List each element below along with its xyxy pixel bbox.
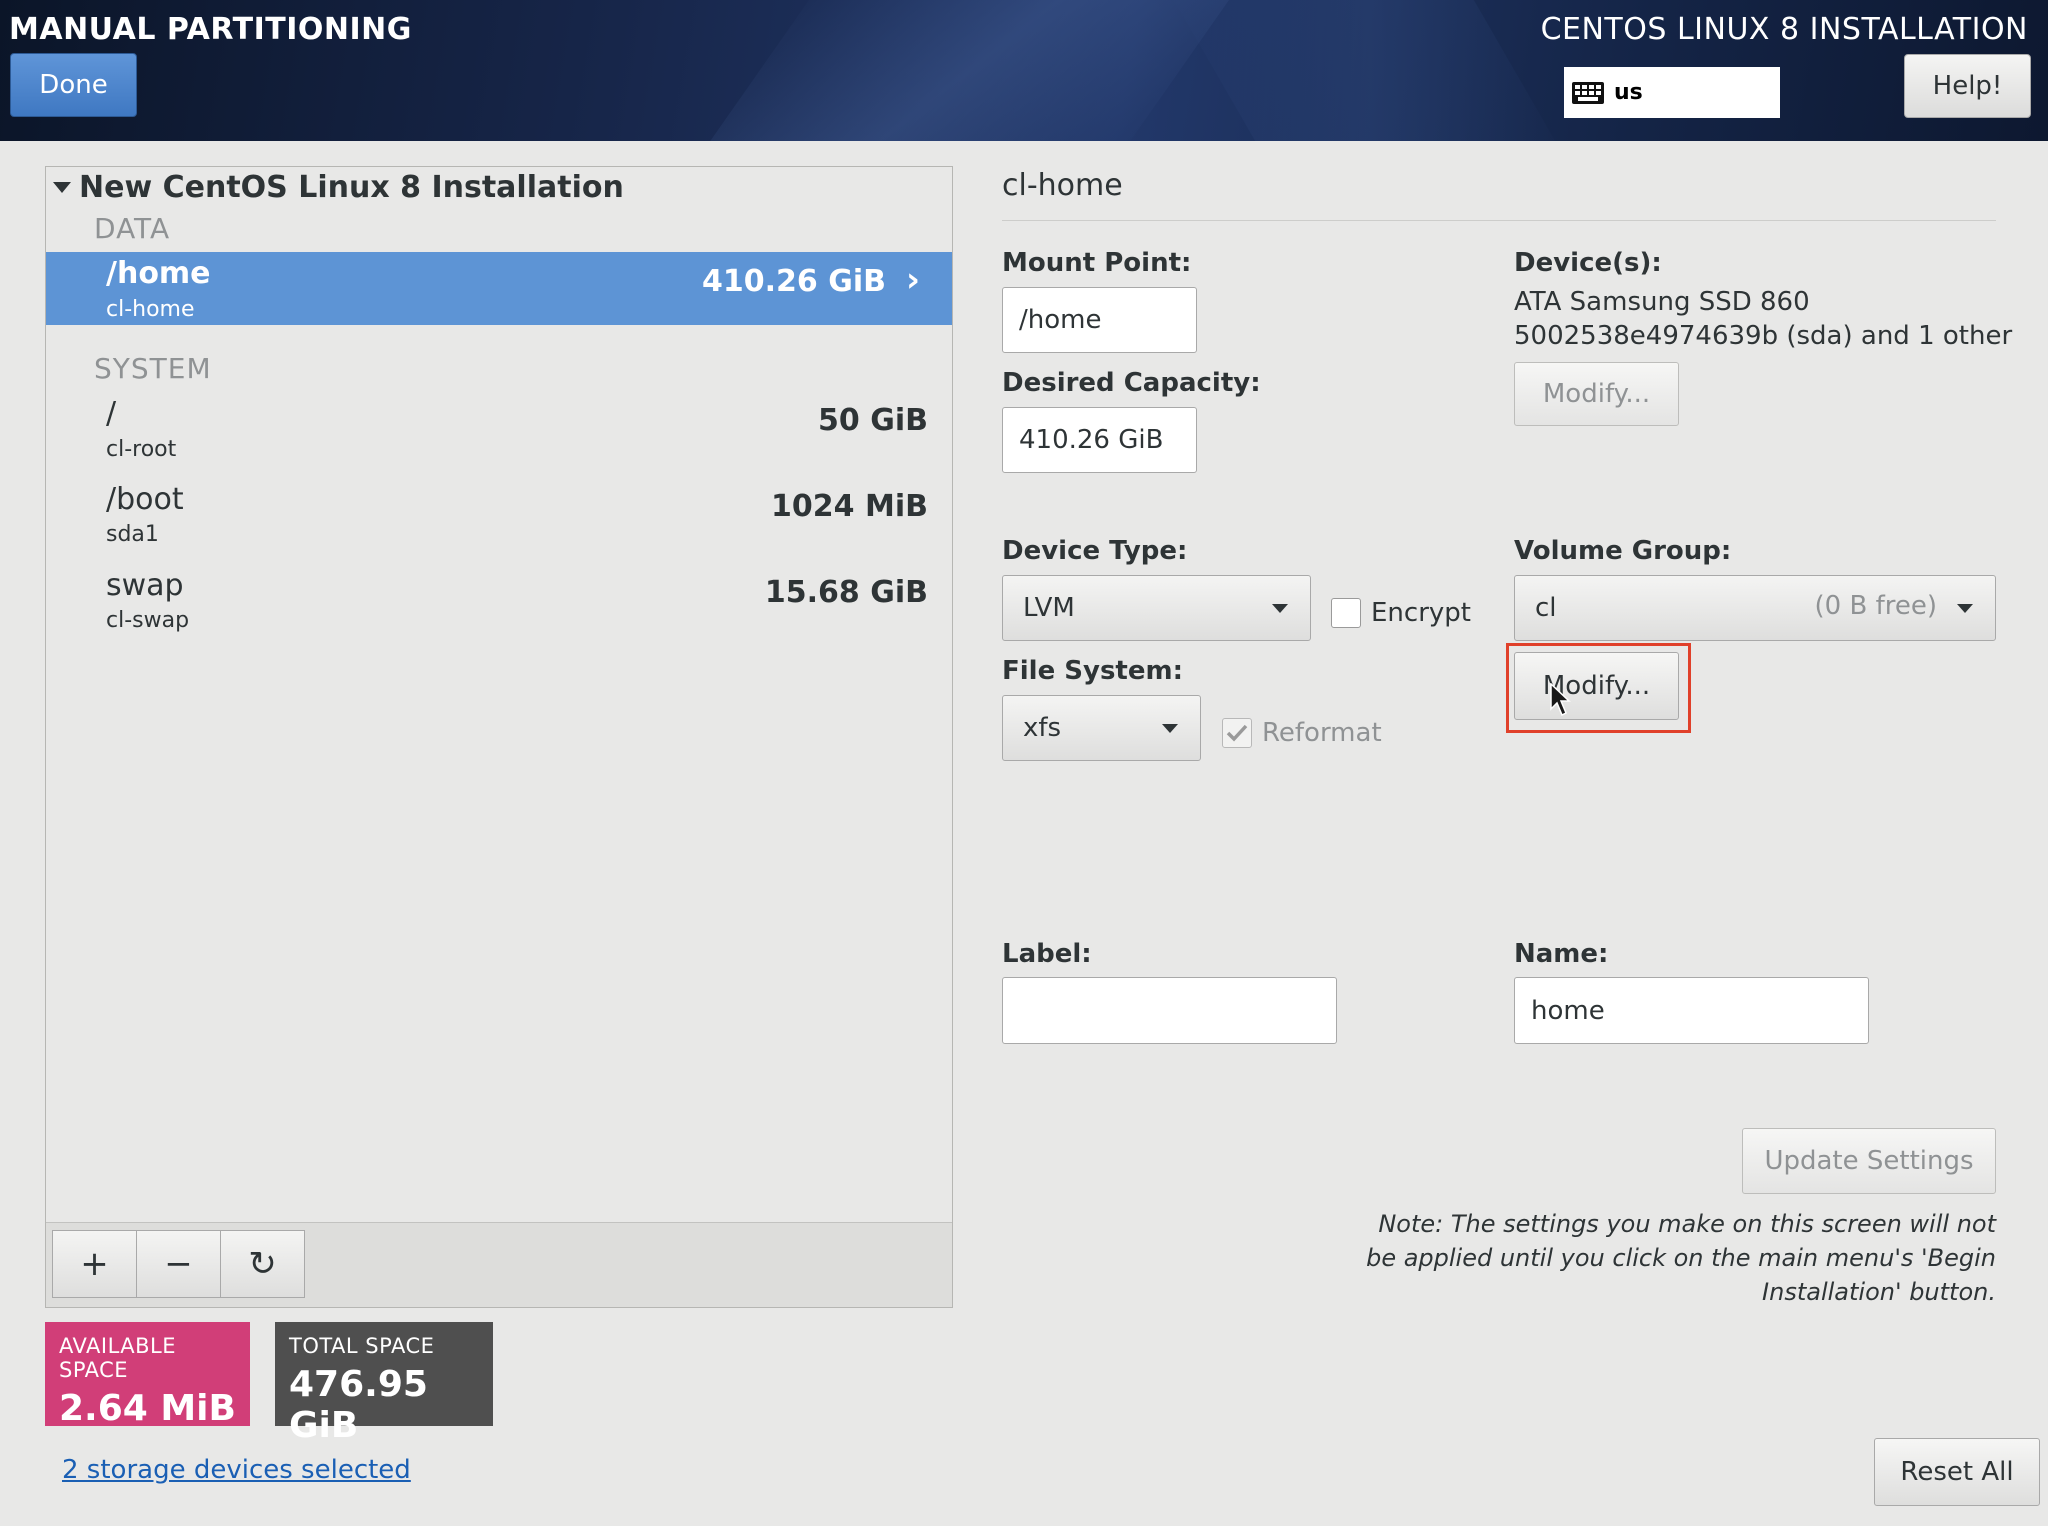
- name-input[interactable]: home: [1514, 977, 1869, 1044]
- label-input[interactable]: [1002, 977, 1337, 1044]
- partition-mount: /: [106, 396, 117, 431]
- available-space-box: AVAILABLE SPACE 2.64 MiB: [45, 1322, 250, 1429]
- partition-device: cl-swap: [106, 608, 190, 633]
- device-type-label: Device Type:: [1002, 536, 1188, 566]
- volume-group-select[interactable]: cl (0 B free): [1514, 575, 1996, 641]
- devices-line-1: ATA Samsung SSD 860: [1514, 287, 1810, 317]
- header-decoration: [682, 0, 1258, 141]
- chevron-right-icon: ›: [906, 260, 921, 300]
- file-system-value: xfs: [1023, 713, 1062, 743]
- encrypt-checkbox[interactable]: [1331, 598, 1361, 628]
- devices-line-2: 5002538e4974639b (sda) and 1 other: [1514, 321, 2013, 351]
- desired-capacity-input[interactable]: 410.26 GiB: [1002, 407, 1197, 473]
- dropdown-arrow-icon: [1957, 604, 1973, 613]
- partition-mount: /home: [106, 256, 211, 291]
- keyboard-layout-indicator[interactable]: us: [1564, 67, 1780, 118]
- add-partition-button[interactable]: +: [52, 1230, 137, 1298]
- expander-triangle-icon[interactable]: [53, 182, 71, 193]
- settings-note-line: Note: The settings you make on this scre…: [1378, 1210, 1996, 1238]
- partition-device: cl-home: [106, 297, 195, 322]
- partition-size: 50 GiB: [818, 403, 928, 438]
- partition-mount: /boot: [106, 482, 184, 517]
- mount-point-input[interactable]: /home: [1002, 287, 1197, 353]
- volume-group-value: cl: [1535, 593, 1557, 623]
- device-type-select[interactable]: LVM: [1002, 575, 1311, 641]
- volume-group-label: Volume Group:: [1514, 536, 1732, 566]
- volume-group-free: (0 B free): [1814, 591, 1937, 621]
- devices-modify-button[interactable]: Modify...: [1514, 362, 1679, 426]
- encrypt-label[interactable]: Encrypt: [1371, 598, 1471, 628]
- volume-group-modify-button[interactable]: Modify...: [1514, 652, 1679, 720]
- section-header-system: SYSTEM: [94, 352, 212, 385]
- update-settings-button[interactable]: Update Settings: [1742, 1128, 1996, 1194]
- name-field-label: Name:: [1514, 939, 1609, 969]
- partition-row-root[interactable]: [46, 395, 952, 465]
- partition-device: sda1: [106, 522, 159, 547]
- device-type-value: LVM: [1023, 593, 1075, 623]
- available-space-label: AVAILABLE SPACE: [59, 1334, 177, 1382]
- remove-partition-button[interactable]: −: [136, 1230, 221, 1298]
- keyboard-icon: [1572, 81, 1604, 104]
- partition-tree-panel: [45, 166, 953, 1308]
- settings-note: Note: The settings you make on this scre…: [1356, 1207, 1996, 1309]
- label-field-label: Label:: [1002, 939, 1092, 969]
- detail-title: cl-home: [1002, 168, 1123, 203]
- settings-note-line: Installation' button.: [1762, 1278, 1996, 1306]
- settings-note-line: be applied until you click on the main m…: [1366, 1244, 1996, 1272]
- reformat-label: Reformat: [1262, 718, 1382, 748]
- partition-device: cl-root: [106, 437, 177, 462]
- total-space-box: TOTAL SPACE 476.95 GiB: [275, 1322, 493, 1446]
- installation-root-label: New CentOS Linux 8 Installation: [79, 170, 624, 205]
- detail-separator: [1002, 220, 1996, 221]
- partition-mount: swap: [106, 568, 184, 603]
- reformat-checkbox[interactable]: [1222, 718, 1252, 748]
- header-decoration: [1162, 0, 1578, 141]
- done-button[interactable]: Done: [10, 53, 137, 117]
- desired-capacity-label: Desired Capacity:: [1002, 368, 1261, 398]
- partition-size: 410.26 GiB: [702, 264, 886, 299]
- page-title: MANUAL PARTITIONING: [9, 12, 412, 47]
- mouse-cursor-icon: [1550, 683, 1571, 717]
- dropdown-arrow-icon: [1162, 724, 1178, 733]
- available-space-value: 2.64 MiB: [59, 1388, 236, 1429]
- total-space-value: 476.95 GiB: [289, 1364, 428, 1446]
- reset-all-button[interactable]: Reset All: [1874, 1438, 2040, 1506]
- refresh-button[interactable]: ↻: [220, 1230, 305, 1298]
- file-system-label: File System:: [1002, 656, 1183, 686]
- partition-size: 1024 MiB: [771, 489, 928, 524]
- partition-size: 15.68 GiB: [764, 575, 928, 610]
- file-system-select[interactable]: xfs: [1002, 695, 1201, 761]
- section-header-data: DATA: [94, 212, 171, 245]
- checkmark-icon: [1226, 724, 1248, 742]
- dropdown-arrow-icon: [1272, 604, 1288, 613]
- installer-title: CENTOS LINUX 8 INSTALLATION: [1540, 12, 2028, 47]
- total-space-label: TOTAL SPACE: [289, 1334, 435, 1358]
- installation-root[interactable]: New CentOS Linux 8 Installation: [53, 170, 624, 205]
- help-button[interactable]: Help!: [1904, 54, 2031, 118]
- devices-label: Device(s):: [1514, 248, 1662, 278]
- keyboard-layout-label: us: [1614, 80, 1643, 105]
- storage-devices-link[interactable]: 2 storage devices selected: [62, 1455, 411, 1485]
- mount-point-label: Mount Point:: [1002, 248, 1192, 278]
